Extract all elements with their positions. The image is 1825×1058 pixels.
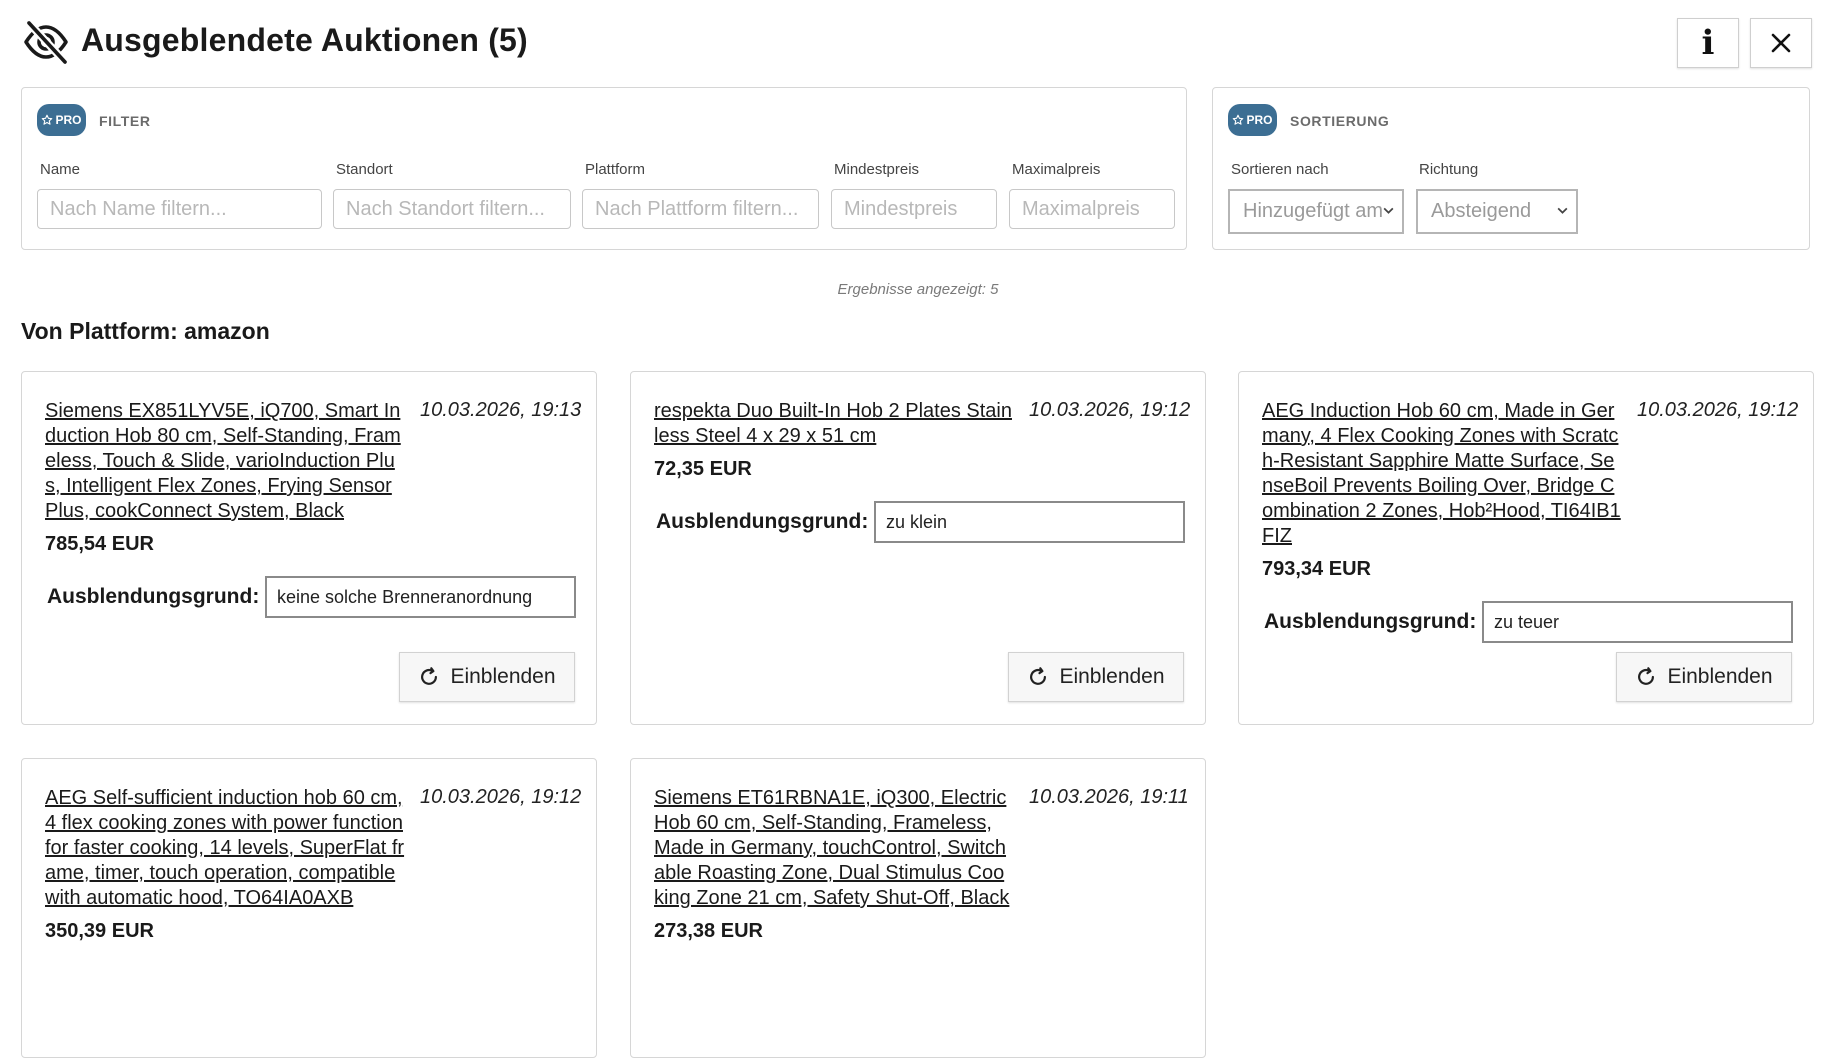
auction-title-link[interactable]: AEG Induction Hob 60 cm, Made in Germany… — [1262, 399, 1622, 549]
name-label: Name — [40, 161, 81, 178]
location-filter-input[interactable] — [333, 189, 571, 229]
auction-date: 10.03.2026, 19:12 — [1029, 399, 1191, 421]
auction-card: AEG Induction Hob 60 cm, Made in Germany… — [1238, 371, 1814, 725]
reason-label: Ausblendungsgrund: — [1264, 610, 1477, 633]
auction-date: 10.03.2026, 19:11 — [1029, 786, 1189, 808]
location-label: Standort — [336, 161, 393, 178]
auction-price: 72,35 EUR — [654, 458, 752, 480]
auction-title-link[interactable]: Siemens EX851LYV5E, iQ700, Smart Inducti… — [45, 399, 405, 524]
refresh-icon — [1030, 667, 1047, 685]
refresh-icon — [421, 667, 438, 685]
auction-title-link[interactable]: respekta Duo Built-In Hob 2 Plates Stain… — [654, 399, 1014, 449]
sort-by-label: Sortieren nach — [1231, 161, 1329, 178]
chevron-down-icon — [1383, 207, 1394, 214]
sort-by-select[interactable]: Hinzugefügt am — [1228, 189, 1404, 234]
close-button[interactable] — [1750, 18, 1812, 68]
section-title: Von Plattform: amazon — [21, 318, 270, 344]
auction-date: 10.03.2026, 19:13 — [420, 399, 582, 421]
results-count: Ergebnisse angezeigt: 5 — [837, 281, 999, 298]
reason-input[interactable] — [874, 501, 1185, 543]
auction-card: respekta Duo Built-In Hob 2 Plates Stain… — [630, 371, 1206, 725]
min-price-label: Mindestpreis — [834, 161, 920, 178]
pro-badge: PRO — [37, 104, 86, 136]
auction-price: 350,39 EUR — [45, 920, 154, 942]
auction-card: Siemens EX851LYV5E, iQ700, Smart Inducti… — [21, 371, 597, 725]
auction-price: 793,34 EUR — [1262, 558, 1371, 580]
auction-date: 10.03.2026, 19:12 — [420, 786, 582, 808]
direction-label: Richtung — [1419, 161, 1479, 178]
name-filter-input[interactable] — [37, 189, 322, 229]
close-icon — [1771, 33, 1791, 53]
show-button[interactable]: Einblenden — [1008, 652, 1184, 702]
auction-price: 785,54 EUR — [45, 533, 154, 555]
refresh-icon — [1638, 667, 1655, 685]
info-button[interactable]: i — [1677, 18, 1739, 68]
eye-slash-icon — [24, 20, 68, 65]
auction-card: AEG Self-sufficient induction hob 60 cm,… — [21, 758, 597, 1058]
reason-label: Ausblendungsgrund: — [656, 510, 869, 533]
reason-input[interactable] — [1482, 601, 1793, 643]
direction-select[interactable]: Absteigend — [1416, 189, 1578, 234]
chevron-down-icon — [1557, 207, 1568, 214]
auction-card: Siemens ET61RBNA1E, iQ300, Electric Hob … — [630, 758, 1206, 1058]
auction-price: 273,38 EUR — [654, 920, 763, 942]
star-icon — [42, 114, 53, 125]
show-button[interactable]: Einblenden — [399, 652, 575, 702]
auction-date: 10.03.2026, 19:12 — [1637, 399, 1799, 421]
info-icon: i — [1701, 23, 1715, 63]
reason-input[interactable] — [265, 576, 576, 618]
sort-title: SORTIERUNG — [1290, 113, 1390, 129]
auction-title-link[interactable]: AEG Self-sufficient induction hob 60 cm,… — [45, 786, 405, 911]
min-price-input[interactable] — [831, 189, 997, 229]
reason-label: Ausblendungsgrund: — [47, 585, 260, 608]
filter-title: FILTER — [99, 113, 151, 129]
filter-panel: PRO FILTER Name Standort Plattform Minde… — [21, 87, 1187, 250]
page-title: Ausgeblendete Auktionen (5) — [81, 22, 528, 58]
pro-badge: PRO — [1228, 104, 1277, 136]
star-icon — [1233, 114, 1244, 125]
sort-panel: PRO SORTIERUNG Sortieren nach Hinzugefüg… — [1212, 87, 1810, 250]
dialog-header: Ausgeblendete Auktionen (5) i — [0, 0, 1825, 86]
platform-filter-input[interactable] — [582, 189, 819, 229]
auction-title-link[interactable]: Siemens ET61RBNA1E, iQ300, Electric Hob … — [654, 786, 1014, 911]
max-price-input[interactable] — [1009, 189, 1175, 229]
show-button[interactable]: Einblenden — [1616, 652, 1792, 702]
max-price-label: Maximalpreis — [1012, 161, 1101, 178]
platform-label: Plattform — [585, 161, 646, 178]
